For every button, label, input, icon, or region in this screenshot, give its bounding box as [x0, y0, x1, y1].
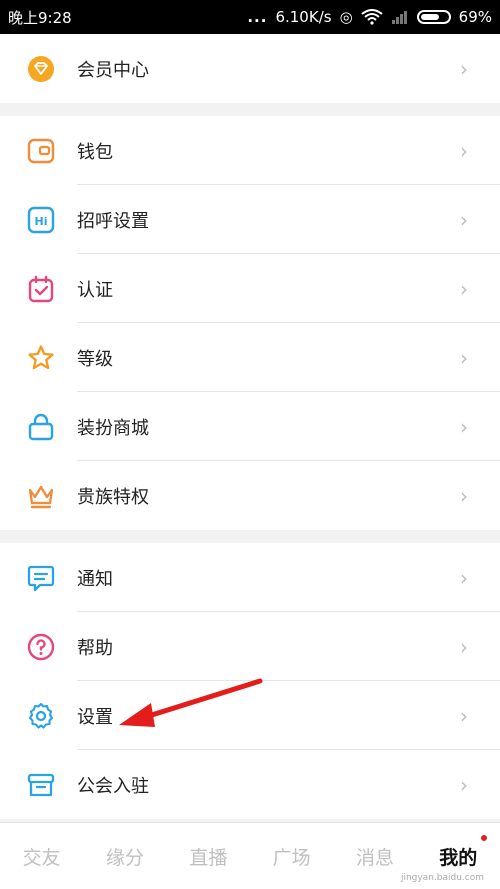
tab-mine[interactable]: 我的 [439, 834, 488, 870]
tab-messages[interactable]: 消息 [356, 843, 394, 870]
menu-item-notifications[interactable]: 通知 › [0, 543, 500, 612]
chevron-right-icon: › [460, 772, 468, 797]
chevron-right-icon: › [460, 207, 468, 232]
menu-item-label: 贵族特权 [77, 486, 149, 508]
tab-mine-label: 我的 [439, 846, 478, 869]
signal-icon [391, 11, 407, 24]
gear-icon [27, 702, 55, 730]
vip-gem-icon [27, 55, 55, 83]
star-icon [27, 344, 55, 372]
chevron-right-icon: › [460, 703, 468, 728]
svg-text:Hi: Hi [35, 215, 48, 228]
section-vip: 会员中心 › [0, 34, 500, 103]
crown-icon [27, 482, 55, 510]
menu-item-label: 装扮商城 [77, 417, 149, 439]
annotation-arrow [119, 678, 263, 727]
tab-make-friends[interactable]: 交友 [23, 843, 61, 870]
menu-item-label: 会员中心 [77, 59, 149, 81]
tab-square[interactable]: 广场 [273, 843, 311, 870]
bottom-tab-bar: 交友 缘分 直播 广场 消息 我的 jingyan.baidu.com [0, 822, 500, 889]
section-divider [0, 103, 500, 116]
menu-item-label: 招呼设置 [77, 210, 149, 232]
menu-item-label: 通知 [77, 568, 113, 590]
wallet-icon [27, 137, 55, 165]
section-divider [0, 530, 500, 543]
shopping-bag-icon [27, 413, 55, 441]
battery-icon [416, 10, 451, 24]
hi-greeting-icon: Hi [27, 206, 55, 234]
unread-dot [481, 834, 488, 841]
menu-item-level[interactable]: 等级 › [0, 323, 500, 392]
menu-item-guild-join[interactable]: 公会入驻 › [0, 750, 500, 819]
menu-item-label: 认证 [77, 279, 113, 301]
status-bar: 晚上9:28 ... 6.10K/s ◎ 69% [0, 0, 500, 34]
help-question-icon [27, 633, 55, 661]
chevron-right-icon: › [460, 634, 468, 659]
menu-item-label: 钱包 [77, 141, 113, 163]
status-time: 晚上9:28 [8, 8, 72, 27]
section-account: 钱包 › Hi 招呼设置 › 认证 › 等级 › 装扮商城 › 贵族特权 › [0, 116, 500, 530]
guild-box-icon [27, 771, 55, 799]
wifi-icon [361, 9, 383, 25]
menu-item-verification[interactable]: 认证 › [0, 254, 500, 323]
chevron-right-icon: › [460, 56, 468, 81]
hotspot-icon: ◎ [339, 8, 353, 26]
status-dots: ... [247, 8, 268, 26]
chevron-right-icon: › [460, 483, 468, 508]
menu-item-wallet[interactable]: 钱包 › [0, 116, 500, 185]
menu-item-vip-center[interactable]: 会员中心 › [0, 34, 500, 103]
menu-item-label: 帮助 [77, 637, 113, 659]
chevron-right-icon: › [460, 276, 468, 301]
watermark: jingyan.baidu.com [400, 873, 484, 883]
network-speed: 6.10K/s [275, 8, 332, 26]
menu-item-label: 等级 [77, 348, 113, 370]
chevron-right-icon: › [460, 345, 468, 370]
menu-item-help[interactable]: 帮助 › [0, 612, 500, 681]
tab-fate[interactable]: 缘分 [106, 843, 144, 870]
menu-item-noble-privileges[interactable]: 贵族特权 › [0, 461, 500, 530]
notification-chat-icon [27, 564, 55, 592]
battery-percent: 69% [458, 8, 492, 26]
status-right: ... 6.10K/s ◎ 69% [247, 8, 492, 26]
chevron-right-icon: › [460, 565, 468, 590]
menu-item-dress-up-mall[interactable]: 装扮商城 › [0, 392, 500, 461]
menu-item-label: 公会入驻 [77, 775, 149, 797]
calendar-check-icon [27, 275, 55, 303]
chevron-right-icon: › [460, 414, 468, 439]
tab-live[interactable]: 直播 [189, 843, 227, 870]
chevron-right-icon: › [460, 138, 468, 163]
menu-item-greeting-settings[interactable]: Hi 招呼设置 › [0, 185, 500, 254]
